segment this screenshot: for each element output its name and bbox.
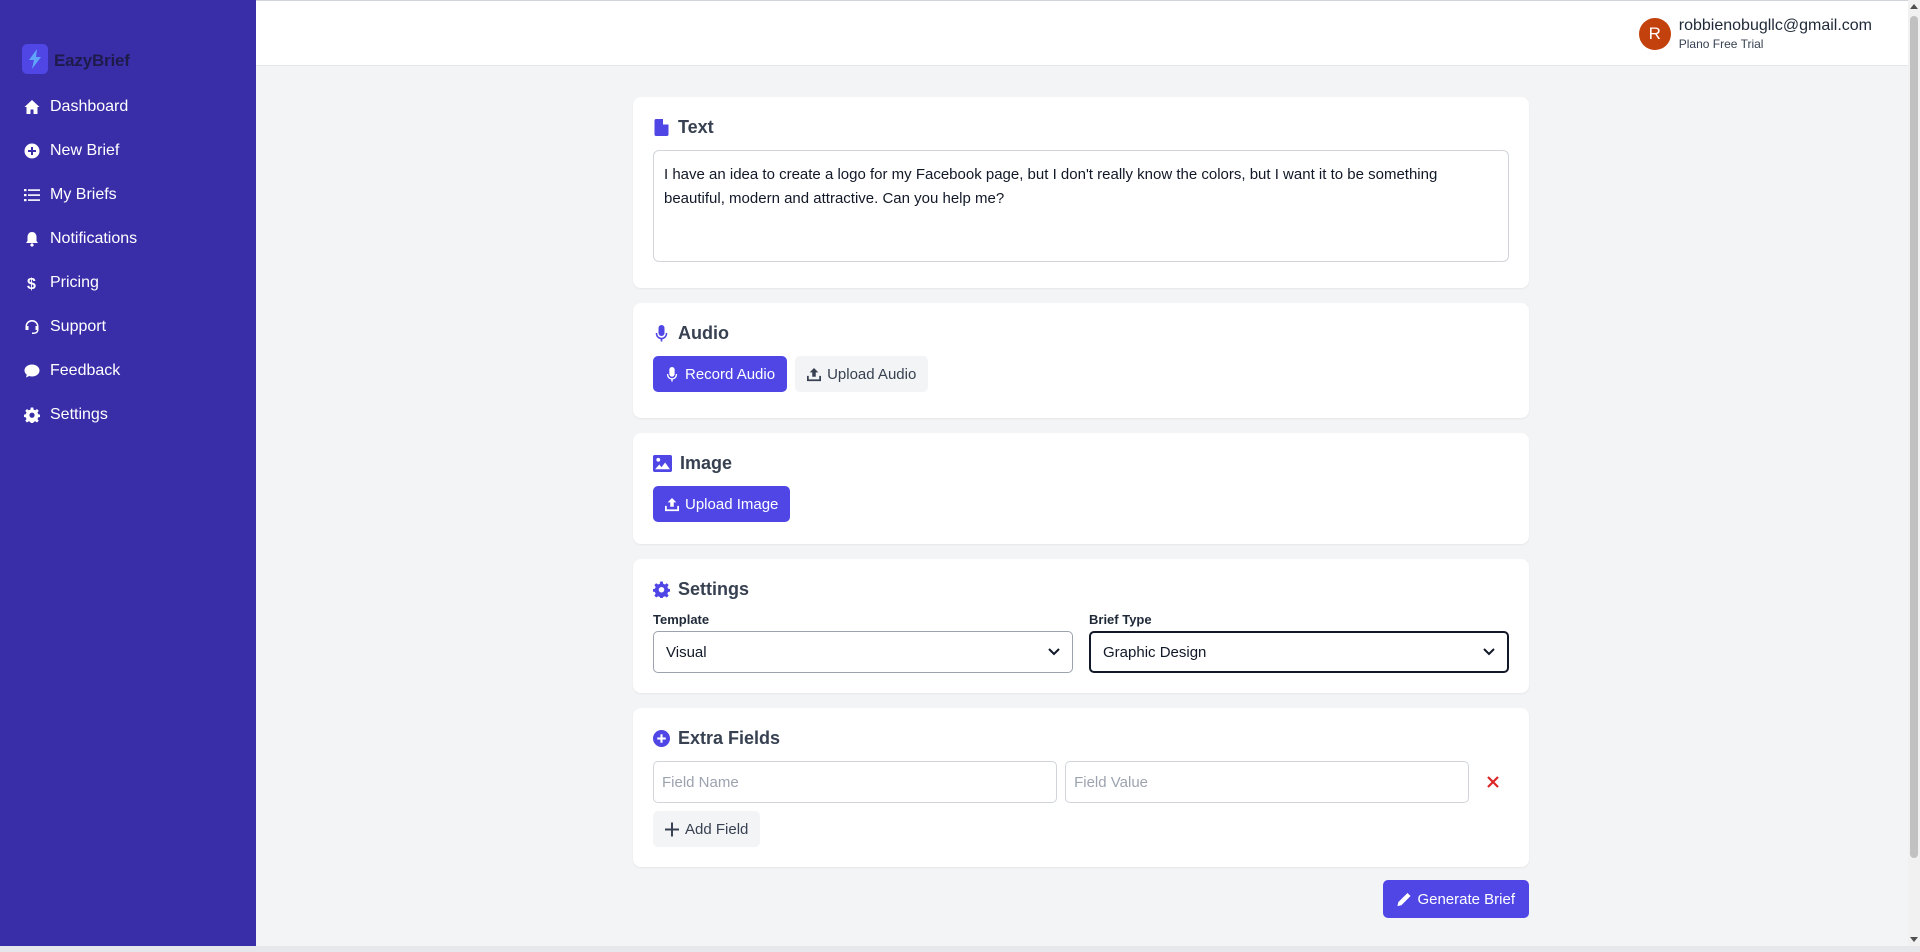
remove-field-button[interactable]: [1477, 766, 1509, 798]
list-icon: [23, 186, 41, 204]
settings-card-title-label: Settings: [678, 579, 750, 599]
extra-fields-card-title: Extra Fields: [653, 728, 1509, 749]
close-icon: [1487, 776, 1499, 788]
gear-icon: [653, 581, 670, 598]
upload-audio-label: Upload Audio: [827, 365, 917, 383]
pencil-icon: [1397, 892, 1411, 906]
sidebar-item-label: Settings: [50, 406, 108, 423]
extra-fields-card: Extra Fields Field Name Field Value Add …: [633, 708, 1529, 867]
brief-type-label: Brief Type: [1089, 612, 1152, 627]
text-card-title: Text: [653, 117, 1509, 138]
brief-type-value: Graphic Design: [1103, 643, 1207, 661]
text-card-title-label: Text: [678, 117, 714, 137]
chevron-down-icon: [1048, 644, 1060, 661]
scroll-up-icon[interactable]: [1910, 3, 1918, 11]
sidebar-item-new-brief[interactable]: New Brief: [0, 129, 256, 173]
horizontal-scrollbar: [0, 946, 1920, 952]
file-text-icon: [653, 119, 670, 136]
dollar-icon: $: [23, 274, 41, 292]
page-scrollbar[interactable]: [1908, 0, 1920, 946]
top-header: R robbienobugllc@gmail.com Plano Free Tr…: [256, 0, 1908, 66]
sidebar-item-label: New Brief: [50, 142, 120, 159]
brief-form: Text I have an idea to create a logo for…: [633, 97, 1529, 918]
scroll-thumb[interactable]: [1910, 16, 1918, 858]
brief-type-select[interactable]: Graphic Design: [1089, 631, 1509, 673]
sidebar-item-label: Notifications: [50, 230, 138, 247]
audio-card: Audio Record Audio Upload Audio: [633, 303, 1529, 418]
extra-field-row: Field Name Field Value: [653, 761, 1509, 803]
sidebar-item-pricing[interactable]: $ Pricing: [0, 261, 256, 305]
text-card: Text I have an idea to create a logo for…: [633, 97, 1529, 288]
generate-brief-label: Generate Brief: [1417, 890, 1515, 908]
extra-fields-card-title-label: Extra Fields: [678, 728, 781, 748]
brief-text-input[interactable]: I have an idea to create a logo for my F…: [653, 150, 1509, 262]
user-menu[interactable]: R robbienobugllc@gmail.com Plano Free Tr…: [1638, 17, 1872, 51]
sidebar-item-dashboard[interactable]: Dashboard: [0, 85, 256, 129]
audio-card-title-label: Audio: [678, 323, 729, 343]
chevron-down-icon: [1483, 644, 1495, 661]
svg-text:$: $: [27, 276, 36, 291]
sidebar-item-label: Pricing: [50, 274, 99, 291]
bolt-logo-icon: [22, 44, 48, 74]
sidebar-item-label: Feedback: [50, 362, 121, 379]
template-value: Visual: [666, 643, 707, 661]
scroll-down-icon[interactable]: [1910, 935, 1918, 943]
add-field-button[interactable]: Add Field: [653, 811, 761, 847]
upload-icon: [807, 367, 822, 381]
home-icon: [23, 98, 41, 116]
app-logo[interactable]: EazyBrief: [22, 44, 130, 74]
avatar[interactable]: R: [1638, 18, 1671, 50]
sidebar-nav: Dashboard New Brief My Briefs Notificati…: [0, 85, 256, 437]
microphone-icon: [653, 325, 670, 342]
gear-icon: [23, 406, 41, 424]
bell-icon: [23, 230, 41, 248]
sidebar-item-label: Support: [50, 318, 107, 335]
settings-card: Settings Template Visual Brief Type Grap…: [633, 559, 1529, 693]
sidebar-item-settings[interactable]: Settings: [0, 393, 256, 437]
add-field-label: Add Field: [685, 820, 749, 838]
image-card: Image Upload Image: [633, 433, 1529, 544]
image-card-title-label: Image: [680, 453, 733, 473]
field-value-input[interactable]: Field Value: [1065, 761, 1470, 803]
template-select[interactable]: Visual: [653, 631, 1073, 673]
microphone-icon: [666, 366, 678, 382]
generate-brief-button[interactable]: Generate Brief: [1383, 880, 1529, 918]
upload-image-label: Upload Image: [685, 495, 779, 513]
audio-card-title: Audio: [653, 323, 1509, 344]
plus-icon: [665, 822, 679, 836]
sidebar: EazyBrief Dashboard New Brief My Briefs …: [0, 0, 256, 946]
image-icon: [653, 455, 672, 472]
template-label: Template: [653, 612, 710, 627]
comment-icon: [23, 362, 41, 380]
sidebar-item-feedback[interactable]: Feedback: [0, 349, 256, 393]
plus-circle-icon: [23, 142, 41, 160]
sidebar-item-support[interactable]: Support: [0, 305, 256, 349]
plus-circle-icon: [653, 730, 670, 747]
sidebar-item-my-briefs[interactable]: My Briefs: [0, 173, 256, 217]
headset-icon: [23, 318, 41, 336]
record-audio-button[interactable]: Record Audio: [653, 356, 788, 392]
sidebar-item-notifications[interactable]: Notifications: [0, 217, 256, 261]
app-name: EazyBrief: [54, 51, 130, 70]
record-audio-label: Record Audio: [685, 365, 776, 383]
settings-card-title: Settings: [653, 579, 1509, 600]
upload-audio-button[interactable]: Upload Audio: [795, 356, 929, 392]
user-email: robbienobugllc@gmail.com: [1678, 17, 1872, 34]
sidebar-item-label: Dashboard: [50, 98, 129, 115]
upload-image-button[interactable]: Upload Image: [653, 486, 791, 522]
upload-icon: [665, 497, 679, 511]
image-card-title: Image: [653, 453, 1509, 474]
sidebar-item-label: My Briefs: [50, 186, 117, 203]
field-name-input[interactable]: Field Name: [653, 761, 1058, 803]
user-plan: Plano Free Trial: [1678, 37, 1764, 51]
